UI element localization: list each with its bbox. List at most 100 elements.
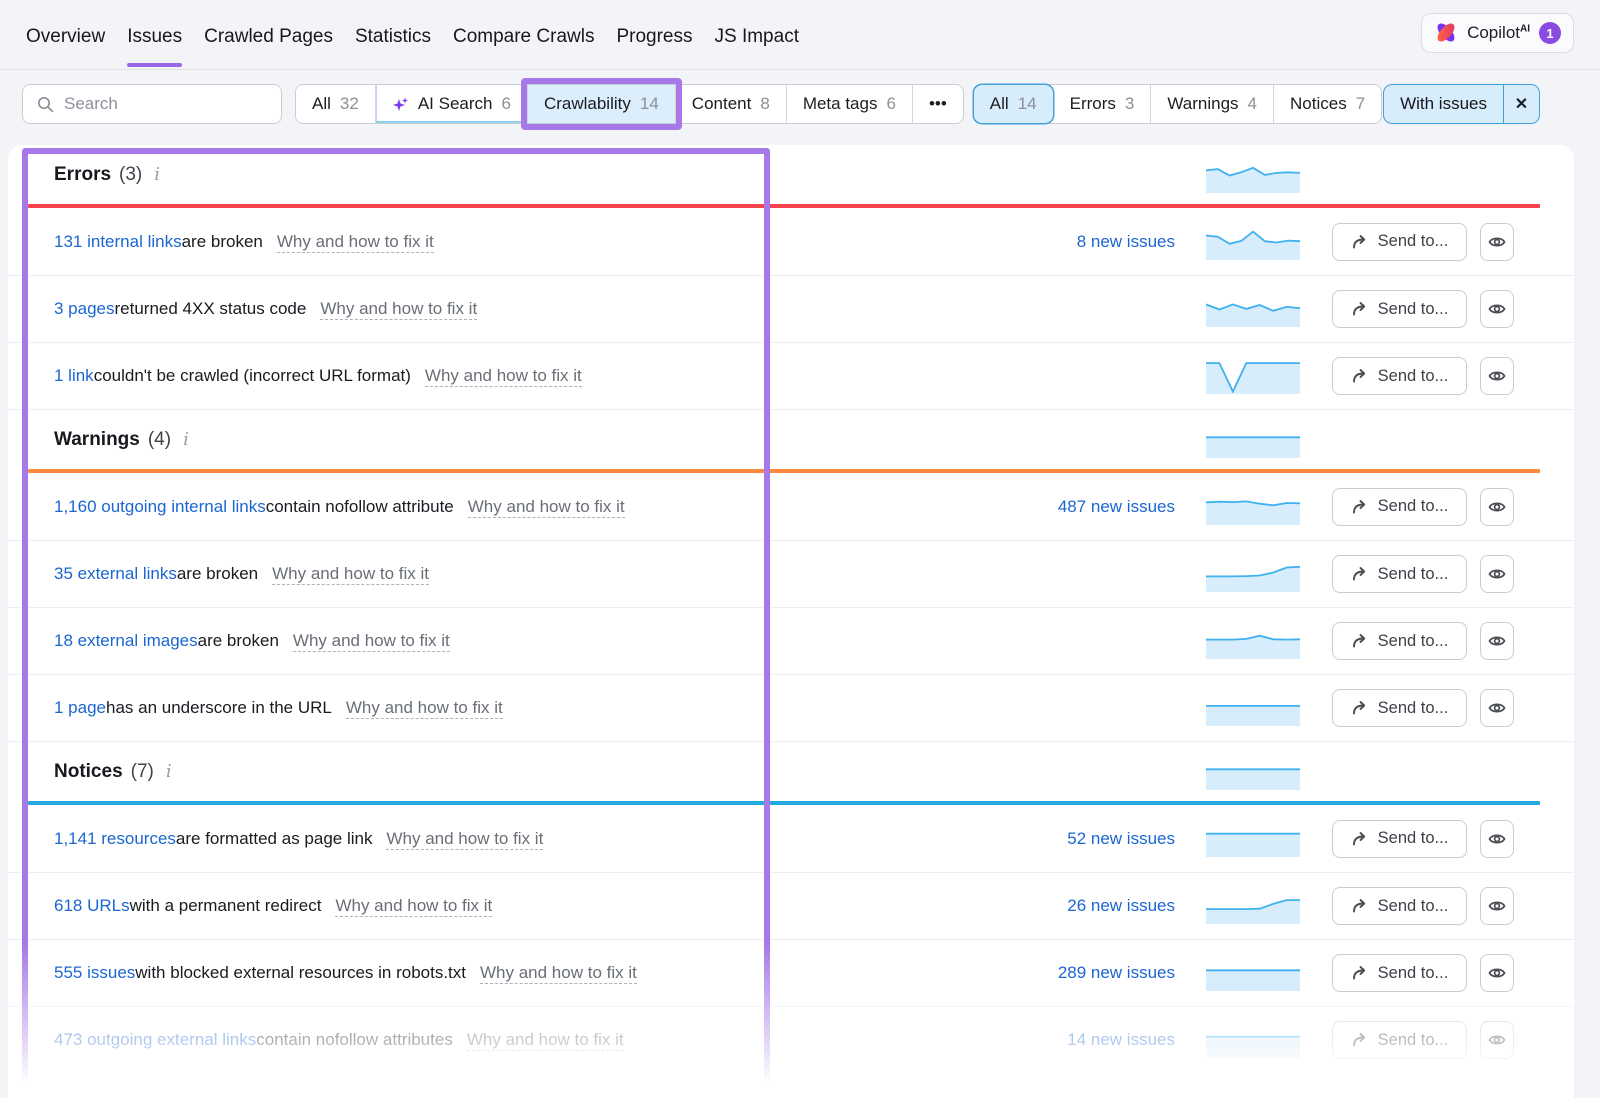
why-how-to-fix-link[interactable]: Why and how to fix it — [467, 1030, 624, 1051]
why-how-to-fix-link[interactable]: Why and how to fix it — [277, 232, 434, 253]
eye-cell — [1480, 954, 1514, 992]
info-icon[interactable]: i — [162, 761, 172, 782]
new-issues-link[interactable]: 14 new issues — [1067, 1030, 1175, 1050]
copilot-button[interactable]: CopilotAI 1 — [1421, 13, 1574, 53]
hide-issue-button[interactable] — [1480, 887, 1514, 925]
issue-description: 18 external imagesare broken Why and how … — [28, 630, 1025, 651]
nav-tab-compare-crawls[interactable]: Compare Crawls — [453, 0, 594, 69]
nav-tab-issues[interactable]: Issues — [127, 0, 182, 69]
send-to-button[interactable]: Send to... — [1332, 887, 1467, 925]
tab-count: 6 — [501, 94, 510, 114]
send-to-label: Send to... — [1378, 829, 1449, 848]
hide-issue-button[interactable] — [1480, 954, 1514, 992]
nav-tab-label: Overview — [26, 26, 105, 48]
hide-issue-button[interactable] — [1480, 820, 1514, 858]
send-to-button[interactable]: Send to... — [1332, 954, 1467, 992]
new-issues-link[interactable]: 289 new issues — [1058, 963, 1175, 983]
send-cell: Send to... — [1332, 622, 1467, 660]
eye-icon — [1488, 897, 1506, 915]
hide-issue-button[interactable] — [1480, 357, 1514, 395]
issue-count-link[interactable]: 1,141 resources — [54, 829, 176, 848]
eye-icon — [1488, 233, 1506, 251]
issue-count-link[interactable]: 3 pages — [54, 299, 115, 318]
why-how-to-fix-link[interactable]: Why and how to fix it — [320, 299, 477, 320]
tab-content[interactable]: Content8 — [675, 85, 786, 123]
severity-tab-notices[interactable]: Notices7 — [1273, 85, 1381, 123]
send-to-button[interactable]: Send to... — [1332, 1021, 1467, 1059]
share-arrow-icon — [1351, 1032, 1369, 1048]
send-to-label: Send to... — [1378, 565, 1449, 584]
send-to-button[interactable]: Send to... — [1332, 290, 1467, 328]
why-how-to-fix-link[interactable]: Why and how to fix it — [425, 366, 582, 387]
search-box[interactable] — [22, 84, 282, 124]
send-to-button[interactable]: Send to... — [1332, 820, 1467, 858]
why-how-to-fix-link[interactable]: Why and how to fix it — [335, 896, 492, 917]
issue-text: are broken — [198, 631, 279, 650]
new-issues-link[interactable]: 8 new issues — [1077, 232, 1175, 252]
issue-count-link[interactable]: 18 external images — [54, 631, 198, 650]
severity-tab-all[interactable]: All14 — [974, 85, 1053, 123]
new-issues-link[interactable]: 487 new issues — [1058, 497, 1175, 517]
eye-cell — [1480, 223, 1514, 261]
issue-count-link[interactable]: 1 page — [54, 698, 106, 717]
search-input[interactable] — [64, 94, 267, 114]
why-how-to-fix-link[interactable]: Why and how to fix it — [346, 698, 503, 719]
issue-count-link[interactable]: 618 URLs — [54, 896, 130, 915]
info-icon[interactable]: i — [179, 429, 189, 450]
nav-tab-statistics[interactable]: Statistics — [355, 0, 431, 69]
why-how-to-fix-link[interactable]: Why and how to fix it — [386, 829, 543, 850]
eye-icon — [1488, 565, 1506, 583]
hide-issue-button[interactable] — [1480, 622, 1514, 660]
tab-more[interactable]: ••• — [912, 85, 963, 123]
send-to-button[interactable]: Send to... — [1332, 223, 1467, 261]
severity-tab-warnings[interactable]: Warnings4 — [1150, 85, 1273, 123]
why-how-to-fix-link[interactable]: Why and how to fix it — [293, 631, 450, 652]
send-to-button[interactable]: Send to... — [1332, 689, 1467, 727]
with-issues-filter[interactable]: With issues ✕ — [1383, 84, 1540, 124]
hide-issue-button[interactable] — [1480, 689, 1514, 727]
severity-filter-tabs: All14Errors3Warnings4Notices7 — [973, 84, 1382, 124]
send-to-button[interactable]: Send to... — [1332, 622, 1467, 660]
tab-all[interactable]: All32 — [296, 85, 375, 123]
info-icon[interactable]: i — [150, 164, 160, 185]
severity-tab-errors[interactable]: Errors3 — [1053, 85, 1151, 123]
hide-issue-button[interactable] — [1480, 555, 1514, 593]
nav-tab-js-impact[interactable]: JS Impact — [715, 0, 799, 69]
hide-issue-button[interactable] — [1480, 488, 1514, 526]
tab-crawlability[interactable]: Crawlability14 — [527, 85, 675, 123]
tab-count: 14 — [1018, 94, 1037, 114]
copilot-badge: 1 — [1539, 22, 1561, 44]
issue-count-link[interactable]: 1,160 outgoing internal links — [54, 497, 266, 516]
nav-tab-overview[interactable]: Overview — [26, 0, 105, 69]
send-to-button[interactable]: Send to... — [1332, 488, 1467, 526]
hide-issue-button[interactable] — [1480, 223, 1514, 261]
hide-issue-button[interactable] — [1480, 1021, 1514, 1059]
new-issues-link[interactable]: 26 new issues — [1067, 896, 1175, 916]
share-arrow-icon — [1351, 633, 1369, 649]
why-how-to-fix-link[interactable]: Why and how to fix it — [468, 497, 625, 518]
new-issues-link[interactable]: 52 new issues — [1067, 829, 1175, 849]
nav-tab-crawled-pages[interactable]: Crawled Pages — [204, 0, 333, 69]
issue-count-link[interactable]: 35 external links — [54, 564, 177, 583]
issue-count-link[interactable]: 473 outgoing external links — [54, 1030, 256, 1049]
send-cell: Send to... — [1332, 223, 1467, 261]
tab-ai-search[interactable]: AI Search6 — [375, 85, 527, 123]
issue-count-link[interactable]: 555 issues — [54, 963, 135, 982]
category-filter-tabs: All32AI Search6Crawlability14Content8Met… — [295, 84, 964, 124]
issues-section-errors: Errors(3)i131 internal linksare brokenWh… — [8, 145, 1574, 409]
issue-count-link[interactable]: 1 link — [54, 366, 94, 385]
issue-sparkline — [1206, 623, 1300, 659]
why-how-to-fix-link[interactable]: Why and how to fix it — [480, 963, 637, 984]
why-how-to-fix-link[interactable]: Why and how to fix it — [272, 564, 429, 585]
send-to-label: Send to... — [1378, 632, 1449, 651]
section-sparkline — [1206, 422, 1300, 458]
send-to-button[interactable]: Send to... — [1332, 555, 1467, 593]
hide-issue-button[interactable] — [1480, 290, 1514, 328]
new-issues-cell: 289 new issues — [1025, 963, 1175, 983]
close-icon[interactable]: ✕ — [1503, 85, 1539, 123]
send-to-button[interactable]: Send to... — [1332, 357, 1467, 395]
issue-count-link[interactable]: 131 internal links — [54, 232, 182, 251]
nav-tab-progress[interactable]: Progress — [616, 0, 692, 69]
tab-meta-tags[interactable]: Meta tags6 — [786, 85, 912, 123]
share-arrow-icon — [1351, 301, 1369, 317]
